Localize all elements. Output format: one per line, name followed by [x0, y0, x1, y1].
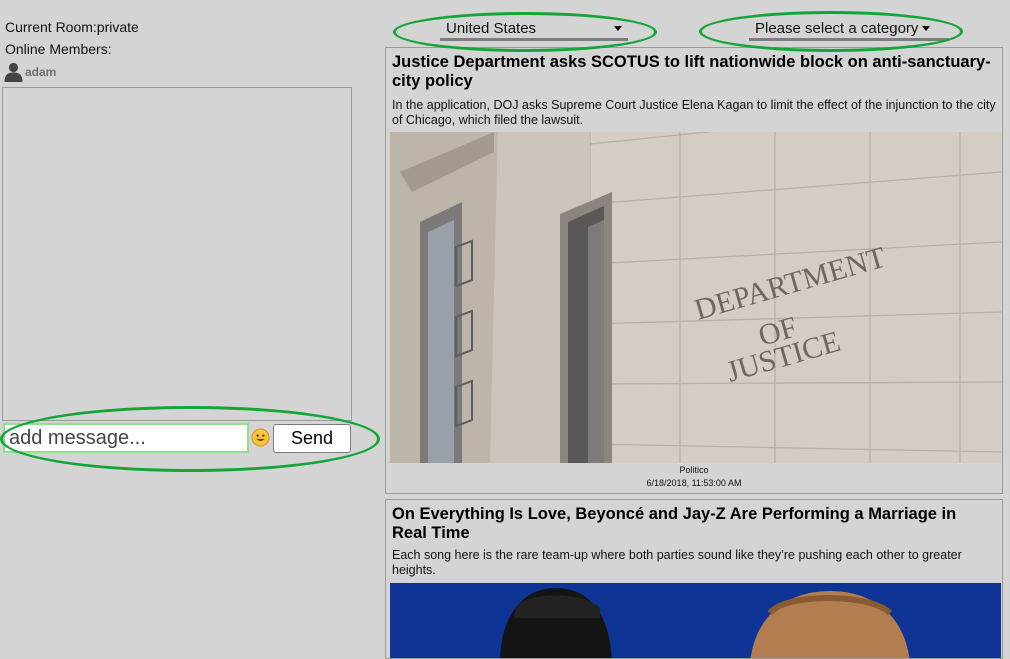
- online-members-label: Online Members:: [5, 41, 112, 57]
- caret-down-icon: [614, 25, 622, 31]
- article-source: Politico: [679, 465, 709, 475]
- emoji-button[interactable]: [251, 428, 270, 452]
- caret-down-icon: [922, 25, 931, 31]
- article-image[interactable]: [390, 583, 1001, 658]
- article-title[interactable]: On Everything Is Love, Beyoncé and Jay-Z…: [392, 505, 994, 543]
- country-select-value: United States: [446, 19, 537, 37]
- send-button[interactable]: Send: [273, 424, 351, 453]
- country-select[interactable]: United States: [440, 18, 628, 41]
- category-select[interactable]: Please select a category: [749, 18, 949, 41]
- article-image[interactable]: DEPARTMENT OF JUSTICE: [390, 132, 1001, 463]
- chat-messages-area: [2, 87, 352, 421]
- member-item[interactable]: adam: [4, 62, 56, 82]
- category-select-value: Please select a category: [755, 19, 919, 37]
- article-description: In the application, DOJ asks Supreme Cou…: [392, 98, 996, 127]
- article-description: Each song here is the rare team-up where…: [392, 548, 962, 577]
- article-card[interactable]: On Everything Is Love, Beyoncé and Jay-Z…: [385, 499, 1003, 659]
- article-card[interactable]: Justice Department asks SCOTUS to lift n…: [385, 47, 1003, 494]
- current-room-label: Current Room:private: [5, 19, 139, 35]
- article-date: 6/18/2018, 11:53:00 AM: [646, 478, 742, 488]
- smiley-emoji-icon: [251, 428, 270, 447]
- article-title[interactable]: Justice Department asks SCOTUS to lift n…: [392, 53, 994, 91]
- user-icon: [4, 62, 23, 82]
- message-input[interactable]: [3, 423, 249, 453]
- member-name: adam: [25, 65, 57, 79]
